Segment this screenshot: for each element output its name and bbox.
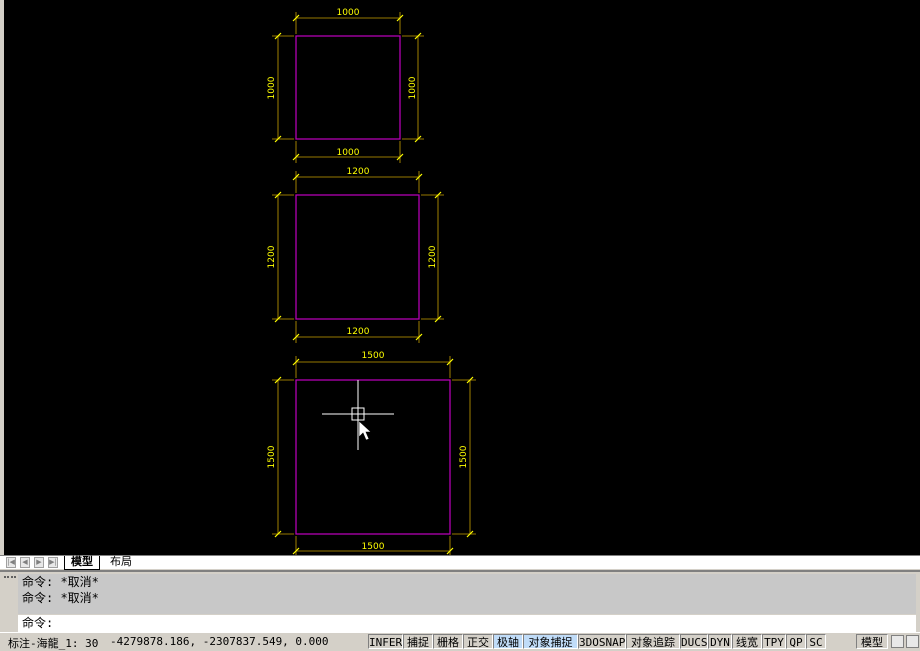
square-1-dim-bottom: 1000 xyxy=(337,148,360,158)
command-input[interactable]: 命令: xyxy=(18,615,916,632)
annotation-scale-readout[interactable]: 标注-海龍_1: 30 xyxy=(8,635,98,651)
lineweight-toggle[interactable]: 线宽 xyxy=(732,634,762,649)
square-3-dim-top: 1500 xyxy=(362,351,385,361)
grid-toggle[interactable]: 栅格 xyxy=(433,634,463,649)
last-tab-icon[interactable]: ▶| xyxy=(48,557,58,568)
model-space-button[interactable]: 模型 xyxy=(856,634,888,649)
crosshair-cursor-icon xyxy=(322,380,394,450)
square-1[interactable]: 1000 1000 1000 1000 xyxy=(267,8,424,163)
polar-toggle[interactable]: 极轴 xyxy=(493,634,523,649)
square-2-dim-right: 1200 xyxy=(428,245,438,268)
otrack-toggle[interactable]: 对象追踪 xyxy=(626,634,680,649)
square-2-outline[interactable] xyxy=(295,194,420,320)
command-prompt: 命令: xyxy=(22,616,54,630)
dyn-toggle[interactable]: DYN xyxy=(708,634,732,649)
command-history-line: 命令: *取消* xyxy=(22,575,99,589)
square-3-dim-bottom: 1500 xyxy=(362,542,385,552)
arrow-pointer-icon xyxy=(358,420,372,441)
tab-layout[interactable]: 布局 xyxy=(104,556,138,569)
square-1-outline[interactable] xyxy=(295,35,401,140)
next-tab-icon[interactable]: ▶ xyxy=(34,557,44,568)
layout-tab-bar: |◀ ◀ ▶ ▶| 模型 布局 xyxy=(0,555,920,570)
square-1-dim-right: 1000 xyxy=(408,76,418,99)
square-3-dim-left: 1500 xyxy=(267,445,277,468)
square-3-outline[interactable] xyxy=(295,379,451,535)
infer-toggle[interactable]: INFER xyxy=(368,634,403,649)
square-2[interactable]: 1200 1200 1200 1200 xyxy=(267,167,444,343)
maximize-viewport-icon[interactable] xyxy=(906,635,919,648)
layout-viewport-icon[interactable] xyxy=(891,635,904,648)
square-2-dim-bottom: 1200 xyxy=(347,327,370,337)
status-bar: 标注-海龍_1: 30 -4279878.186, -2307837.549, … xyxy=(0,632,920,650)
osnap-toggle[interactable]: 对象捕捉 xyxy=(523,634,578,649)
command-history: 命令: *取消* 命令: *取消* xyxy=(18,574,916,614)
square-2-dim-left: 1200 xyxy=(267,245,277,268)
first-tab-icon[interactable]: |◀ xyxy=(6,557,16,568)
square-2-dim-top: 1200 xyxy=(347,167,370,177)
snap-toggle[interactable]: 捕捉 xyxy=(403,634,433,649)
qp-toggle[interactable]: QP xyxy=(786,634,806,649)
square-1-dim-top: 1000 xyxy=(337,8,360,18)
tab-model[interactable]: 模型 xyxy=(64,556,100,570)
command-window: 命令: *取消* 命令: *取消* 命令: xyxy=(0,570,920,632)
command-history-line: 命令: *取消* xyxy=(22,591,99,605)
square-3-dim-right: 1500 xyxy=(459,445,469,468)
sc-toggle[interactable]: SC xyxy=(806,634,826,649)
tpy-toggle[interactable]: TPY xyxy=(762,634,786,649)
command-window-grip-icon[interactable] xyxy=(4,576,16,582)
ortho-toggle[interactable]: 正交 xyxy=(463,634,493,649)
square-3[interactable]: 1500 1500 1500 1500 xyxy=(267,351,476,555)
drawing-svg[interactable]: 1000 1000 1000 1000 1200 1200 1200 1200 … xyxy=(4,0,920,555)
square-1-dim-left: 1000 xyxy=(267,76,277,99)
drawing-canvas[interactable]: 1000 1000 1000 1000 1200 1200 1200 1200 … xyxy=(0,0,920,555)
prev-tab-icon[interactable]: ◀ xyxy=(20,557,30,568)
coordinates-readout: -4279878.186, -2307837.549, 0.000 xyxy=(110,635,329,648)
3dosnap-toggle[interactable]: 3DOSNAP xyxy=(578,634,626,649)
ducs-toggle[interactable]: DUCS xyxy=(680,634,708,649)
